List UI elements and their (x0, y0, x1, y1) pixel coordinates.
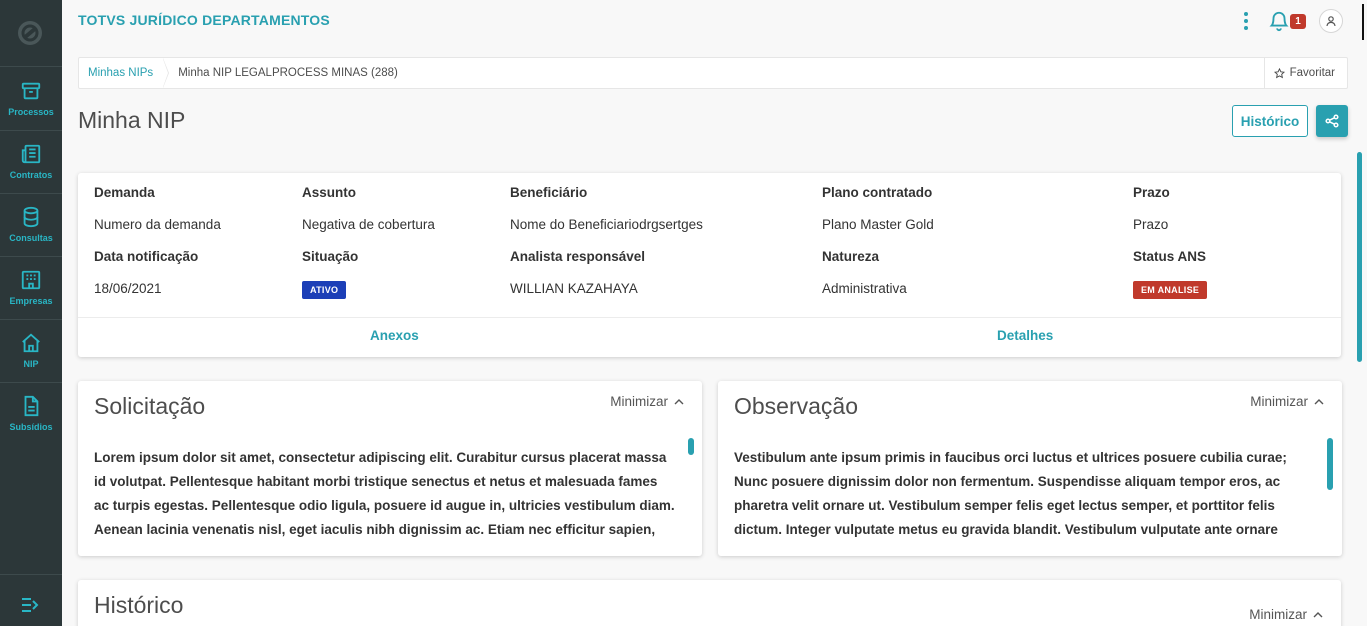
sidebar: Processos Contratos Consultas Empresas N… (0, 0, 62, 626)
page-scrollbar[interactable] (1357, 152, 1362, 362)
solicitacao-text: Lorem ipsum dolor sit amet, consectetur … (94, 450, 675, 537)
observacao-minimize-button[interactable]: Minimizar (1250, 394, 1324, 409)
sidebar-item-label: Empresas (9, 296, 53, 306)
observacao-text: Vestibulum ante ipsum primis in faucibus… (734, 450, 1287, 537)
assunto-value: Negativa de cobertura (302, 217, 435, 232)
breadcrumb-current: Minha NIP LEGALPROCESS MINAS (288) (178, 67, 398, 79)
observacao-title: Observação (734, 393, 859, 419)
breadcrumb-link-minhas-nips[interactable]: Minhas NIPs (79, 58, 170, 88)
minimize-label: Minimizar (1249, 607, 1307, 622)
chevron-up-icon (674, 398, 684, 404)
historico-card: Histórico Minimizar (78, 580, 1341, 626)
assunto-label: Assunto (302, 185, 356, 200)
history-button[interactable]: Histórico (1232, 105, 1308, 137)
historico-minimize-button[interactable]: Minimizar (1249, 607, 1323, 622)
solicitacao-minimize-button[interactable]: Minimizar (610, 394, 684, 409)
sidebar-item-label: NIP (23, 359, 39, 369)
sidebar-divider (0, 574, 62, 575)
sidebar-item-contratos[interactable]: Contratos (0, 130, 62, 193)
star-icon (1273, 67, 1285, 78)
favorite-label: Favoritar (1289, 67, 1335, 79)
favorite-button[interactable]: Favoritar (1263, 58, 1347, 88)
newspaper-icon (21, 144, 41, 164)
plano-label: Plano contratado (822, 185, 933, 200)
observacao-scrollbar[interactable] (1327, 438, 1333, 490)
totvs-logo-icon[interactable] (17, 20, 43, 46)
plano-value: Plano Master Gold (822, 217, 934, 232)
status-ans-badge: EM ANALISE (1133, 281, 1208, 299)
analista-value: WILLIAN KAZAHAYA (510, 281, 638, 296)
demanda-value: Numero da demanda (94, 217, 221, 232)
chevron-up-icon (1313, 611, 1323, 617)
demanda-label: Demanda (94, 185, 155, 200)
user-icon (1326, 16, 1336, 27)
data-notificacao-label: Data notificação (94, 249, 199, 264)
historico-title: Histórico (94, 592, 184, 618)
sidebar-item-consultas[interactable]: Consultas (0, 193, 62, 256)
detalhes-link[interactable]: Detalhes (997, 328, 1053, 343)
notification-badge: 1 (1290, 14, 1306, 29)
window-edge (1362, 4, 1364, 40)
document-icon (24, 395, 39, 417)
sidebar-item-label: Processos (8, 107, 54, 117)
user-avatar-button[interactable] (1319, 9, 1343, 33)
situacao-badge: ATIVO (302, 281, 347, 299)
sidebar-item-processos[interactable]: Processos (0, 67, 62, 130)
solicitacao-title: Solicitação (94, 393, 206, 419)
observacao-card: Observação Minimizar Vestibulum ante ips… (718, 381, 1342, 556)
sidebar-item-label: Subsídios (9, 422, 53, 432)
anexos-link[interactable]: Anexos (370, 328, 419, 343)
more-vertical-icon[interactable] (1240, 11, 1252, 31)
minimize-label: Minimizar (1250, 394, 1308, 409)
analista-label: Analista responsável (510, 249, 646, 264)
solicitacao-scrollbar[interactable] (688, 438, 694, 455)
database-icon (23, 206, 39, 228)
breadcrumb: Minhas NIPs Minha NIP LEGALPROCESS MINAS… (78, 57, 1348, 89)
natureza-value: Administrativa (822, 281, 907, 296)
archive-icon (21, 82, 41, 100)
minimize-label: Minimizar (610, 394, 668, 409)
building-icon (21, 270, 41, 290)
solicitacao-card: Solicitação Minimizar Lorem ipsum dolor … (78, 381, 702, 556)
share-button[interactable] (1316, 105, 1348, 137)
sidebar-item-label: Consultas (9, 233, 53, 243)
chevron-up-icon (1314, 398, 1324, 404)
bell-icon[interactable] (1268, 10, 1290, 32)
situacao-label: Situação (302, 249, 359, 264)
status-ans-label: Status ANS (1133, 249, 1207, 264)
natureza-label: Natureza (822, 249, 880, 264)
sidebar-item-label: Contratos (9, 170, 53, 180)
app-title: TOTVS JURÍDICO DEPARTAMENTOS (78, 12, 330, 28)
data-notificacao-value: 18/06/2021 (94, 281, 162, 296)
sidebar-item-empresas[interactable]: Empresas (0, 256, 62, 319)
share-icon (1325, 114, 1339, 128)
nip-info-card: Demanda Numero da demanda Assunto Negati… (78, 173, 1341, 357)
home-icon (22, 333, 40, 353)
page-title: Minha NIP (78, 107, 186, 133)
beneficiario-label: Beneficiário (510, 185, 588, 200)
prazo-value: Prazo (1133, 217, 1169, 232)
prazo-label: Prazo (1133, 185, 1170, 200)
beneficiario-value: Nome do Beneficiariodrgsertges (510, 217, 703, 232)
card-divider (78, 317, 1341, 318)
sidebar-item-nip[interactable]: NIP (0, 319, 62, 382)
sidebar-item-subsidios[interactable]: Subsídios (0, 382, 62, 445)
expand-menu-icon[interactable] (20, 596, 40, 614)
